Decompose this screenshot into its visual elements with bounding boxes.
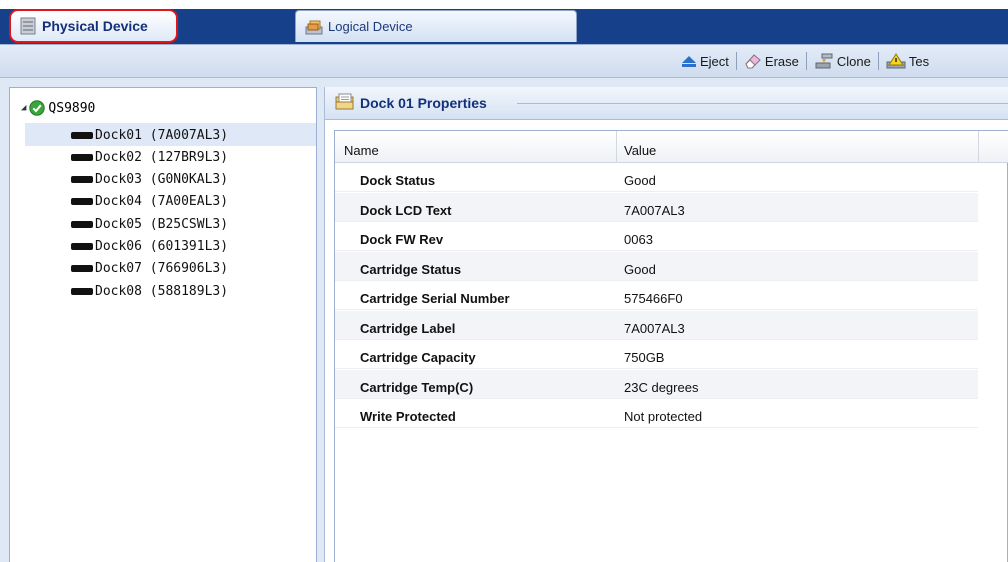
properties-title: Dock 01 Properties — [360, 95, 487, 111]
tab-physical-device[interactable]: Physical Device — [9, 9, 178, 43]
dock-icon — [71, 287, 93, 295]
column-separator[interactable] — [978, 131, 979, 163]
toolbar-separator — [735, 52, 737, 70]
panel-gutter-top — [0, 78, 1008, 87]
tree-dock-label: Dock04 (7A00EAL3) — [95, 194, 229, 210]
test-button[interactable]: Tes — [881, 53, 934, 69]
panel-gutter-left — [0, 78, 9, 562]
collapse-triangle-icon[interactable]: ◢ — [21, 103, 26, 113]
tree-dock-label: Dock03 (G0N0KAL3) — [95, 172, 229, 188]
dock-icon — [71, 220, 93, 228]
tree-dock-item[interactable]: Dock05 (B25CSWL3) — [71, 213, 228, 235]
tree-dock-item[interactable]: Dock03 (G0N0KAL3) — [71, 169, 228, 191]
tree-dock-label: Dock02 (127BR9L3) — [95, 149, 229, 165]
property-value: 7A007AL3 — [624, 202, 685, 218]
erase-button[interactable]: Erase — [739, 53, 804, 69]
eject-label: Eject — [700, 53, 729, 69]
tab-logical-device[interactable]: Logical Device — [295, 10, 577, 42]
property-name: Cartridge Status — [360, 261, 462, 277]
dock-icon — [71, 243, 93, 250]
tree-dock-label: Dock05 (B25CSWL3) — [95, 216, 229, 232]
toolbar-buttons: Eject Erase Clone Tes — [676, 45, 934, 77]
title-rule — [517, 103, 1008, 104]
tree-dock-item[interactable]: Dock08 (588189L3) — [71, 280, 228, 302]
tree-root-node[interactable]: ◢ QS9890 — [21, 100, 95, 116]
property-value: 750GB — [624, 350, 665, 365]
dock-icon — [71, 176, 93, 184]
grid-header-row — [335, 131, 1008, 163]
check-circle-icon — [29, 100, 46, 116]
clone-button[interactable]: Clone — [809, 52, 876, 70]
tree-dock-label: Dock06 (601391L3) — [95, 239, 229, 254]
property-name: Cartridge Label — [360, 320, 456, 336]
tree-dock-label: Dock07 (766906L3) — [95, 261, 229, 277]
eject-icon — [682, 56, 696, 67]
clone-label: Clone — [836, 53, 871, 69]
tree-root-label: QS9890 — [48, 100, 96, 116]
property-value: Good — [624, 261, 656, 277]
property-name: Cartridge Capacity — [360, 350, 476, 365]
logical-disk-icon — [305, 20, 323, 34]
tree-dock-item[interactable]: Dock02 (127BR9L3) — [71, 146, 228, 168]
dock-icon — [71, 198, 93, 206]
toolbar-separator — [877, 52, 879, 70]
properties-folder-icon — [335, 93, 354, 110]
property-name: Dock FW Rev — [360, 232, 444, 247]
test-label: Tes — [908, 53, 930, 69]
dock-icon — [71, 265, 93, 273]
property-value: Good — [624, 173, 656, 188]
server-rack-icon — [20, 17, 36, 35]
column-header-name[interactable]: Name — [344, 143, 379, 158]
panel-splitter[interactable] — [317, 78, 324, 562]
column-separator[interactable] — [616, 131, 617, 163]
property-name: Dock Status — [360, 173, 436, 188]
clone-icon — [815, 53, 833, 69]
toolbar-separator — [805, 52, 807, 70]
tree-dock-label: Dock01 (7A007AL3) — [95, 127, 229, 143]
property-value: 7A007AL3 — [624, 320, 685, 336]
property-name: Cartridge Temp(C) — [360, 379, 474, 395]
property-value: 0063 — [624, 232, 653, 247]
property-name: Dock LCD Text — [360, 202, 452, 218]
tab-logical-label: Logical Device — [328, 19, 413, 34]
tree-dock-item[interactable]: Dock01 (7A007AL3) — [71, 124, 228, 146]
tab-strip: Physical Device Logical Device — [0, 0, 1008, 44]
tree-dock-item[interactable]: Dock04 (7A00EAL3) — [71, 191, 228, 213]
property-name: Cartridge Serial Number — [360, 291, 510, 306]
tree-dock-label: Dock08 (588189L3) — [95, 283, 229, 299]
property-value: 23C degrees — [624, 379, 699, 395]
property-value: 575466F0 — [624, 291, 683, 306]
property-value: Not protected — [624, 409, 703, 424]
eraser-icon — [745, 54, 761, 69]
dock-icon — [71, 153, 93, 161]
column-header-value[interactable]: Value — [624, 143, 656, 158]
tree-dock-item[interactable]: Dock07 (766906L3) — [71, 258, 228, 280]
erase-label: Erase — [764, 53, 799, 69]
eject-button[interactable]: Eject — [676, 54, 734, 69]
toolbar: Eject Erase Clone Tes — [0, 44, 1008, 78]
tree-dock-item[interactable]: Dock06 (601391L3) — [71, 236, 228, 258]
tab-physical-label: Physical Device — [42, 18, 148, 34]
property-name: Write Protected — [360, 409, 456, 424]
dock-icon — [71, 131, 93, 139]
content-divider — [324, 87, 325, 562]
warning-disk-icon — [886, 53, 906, 69]
